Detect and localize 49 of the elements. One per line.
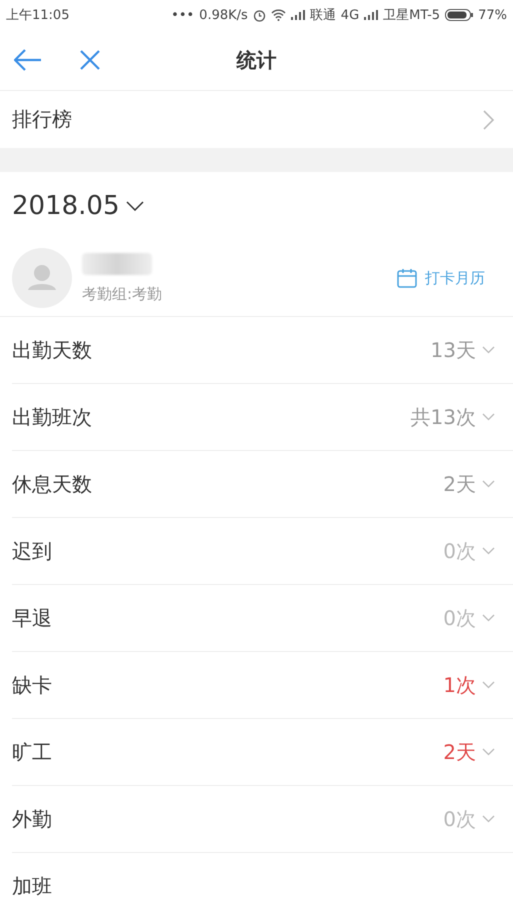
stat-label: 出勤班次 bbox=[12, 404, 92, 430]
stat-label: 外勤 bbox=[12, 806, 52, 832]
ranking-row[interactable]: 排行榜 bbox=[0, 91, 513, 148]
stat-value[interactable]: 0次 bbox=[443, 806, 495, 832]
caret-icon bbox=[482, 547, 495, 555]
stat-label: 缺卡 bbox=[12, 672, 52, 698]
carrier-name: 联通 bbox=[310, 7, 336, 24]
page-title: 统计 bbox=[235, 46, 278, 74]
signal-icon bbox=[290, 10, 305, 20]
calendar-link[interactable]: 打卡月历 bbox=[397, 268, 485, 288]
stat-value[interactable]: 1次 bbox=[443, 672, 495, 698]
stat-value[interactable]: 13天 bbox=[430, 336, 495, 364]
avatar-icon bbox=[12, 248, 72, 308]
blurred-name bbox=[82, 252, 152, 274]
stat-value[interactable]: 共13次 bbox=[410, 404, 495, 430]
close-icon[interactable] bbox=[80, 50, 100, 70]
caret-icon bbox=[482, 413, 495, 421]
stat-label: 旷工 bbox=[12, 738, 52, 766]
caret-icon bbox=[482, 480, 495, 488]
stat-label: 休息天数 bbox=[12, 470, 92, 498]
chevron-right-icon bbox=[483, 110, 495, 130]
caret-icon bbox=[482, 346, 495, 354]
stat-label: 出勤天数 bbox=[12, 336, 92, 364]
alarm-icon bbox=[252, 8, 266, 22]
attendance-group: 考勤组:考勤 bbox=[82, 284, 397, 304]
status-time: 上午11:05 bbox=[6, 7, 70, 24]
caret-icon bbox=[482, 748, 495, 756]
wifi-icon bbox=[270, 9, 286, 21]
battery-level: 77% bbox=[478, 8, 507, 22]
stat-label: 加班 bbox=[12, 872, 52, 900]
battery-icon bbox=[445, 9, 474, 21]
network-speed: 0.98K/s bbox=[199, 8, 248, 22]
month-selector[interactable]: 2018.05 bbox=[12, 191, 144, 221]
stat-label: 早退 bbox=[12, 604, 52, 632]
carrier-name: 卫星MT-5 bbox=[383, 7, 440, 24]
calendar-icon bbox=[397, 268, 417, 288]
status-dots: ••• bbox=[171, 8, 194, 22]
caret-icon bbox=[482, 815, 495, 823]
network-type: 4G bbox=[340, 8, 360, 22]
stat-label: 迟到 bbox=[12, 538, 52, 564]
caret-icon bbox=[126, 201, 144, 211]
stat-value[interactable]: 2天 bbox=[443, 470, 495, 498]
caret-icon bbox=[482, 681, 495, 689]
stat-value[interactable]: 0次 bbox=[443, 604, 495, 632]
back-icon[interactable] bbox=[14, 49, 42, 71]
caret-icon bbox=[482, 614, 495, 622]
stat-value[interactable]: 2天 bbox=[443, 738, 495, 766]
stat-value[interactable]: 0次 bbox=[443, 538, 495, 564]
signal-icon bbox=[364, 10, 378, 20]
